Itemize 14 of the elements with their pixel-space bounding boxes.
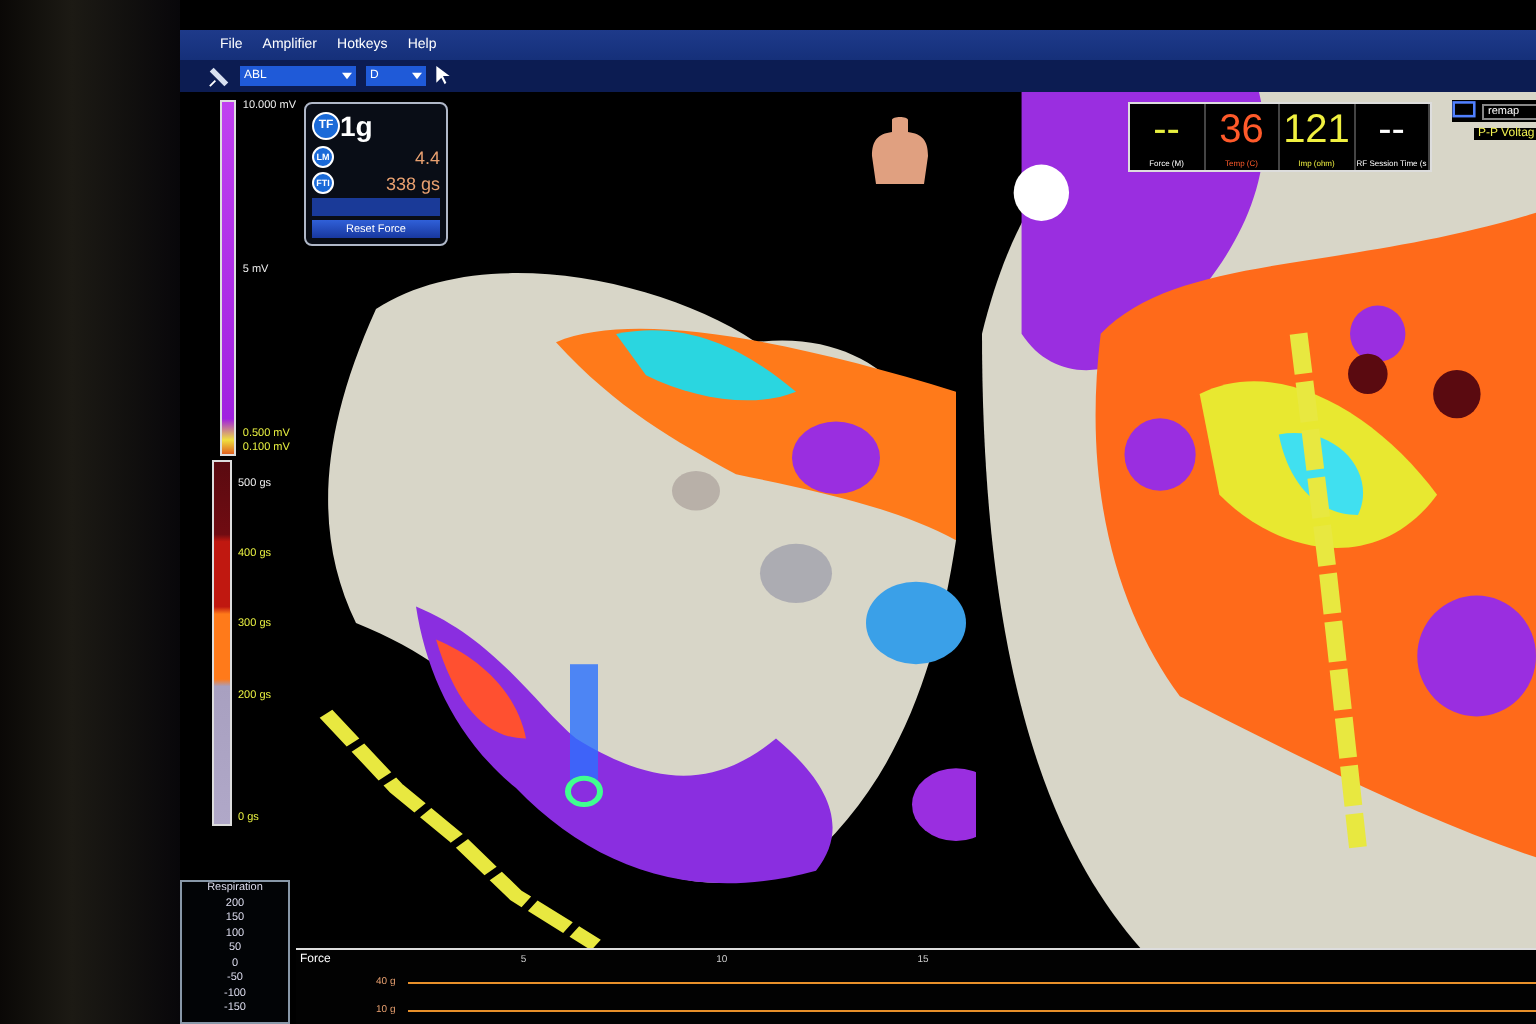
caret-icon[interactable]: [412, 72, 422, 80]
readout-value: --: [1153, 106, 1180, 154]
force-value: 1g: [340, 110, 375, 142]
disabled-button: [312, 198, 440, 216]
monitor-icon[interactable]: [1452, 100, 1476, 122]
force-value: 4.4: [414, 147, 440, 167]
readout-value: 36: [1219, 106, 1264, 154]
cursor-icon: [436, 66, 450, 86]
caret-icon[interactable]: [342, 72, 352, 80]
force-value: 338 gs: [385, 173, 440, 193]
readout-value: 121: [1283, 106, 1350, 154]
readout-value: --: [1378, 106, 1405, 154]
catheter-icon[interactable]: [208, 65, 230, 87]
torso-icon[interactable]: [870, 116, 930, 188]
